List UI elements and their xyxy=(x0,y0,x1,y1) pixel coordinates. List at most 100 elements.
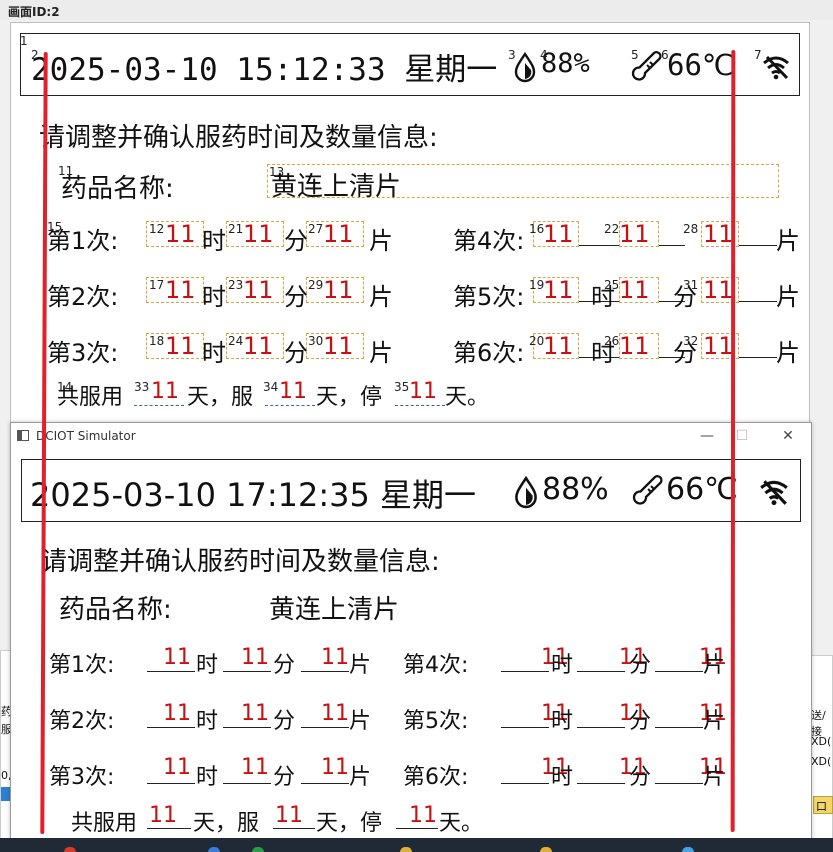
dose-label: 第6次: xyxy=(403,765,469,790)
unit-count: 片 xyxy=(703,653,726,678)
tag: 32 xyxy=(683,334,699,348)
sim-status-bar: 2025-03-10 17:12:35 星期一 88% 66℃ xyxy=(21,459,801,522)
dose-label: 第2次: xyxy=(49,709,115,734)
sim-course-take[interactable]: 11 xyxy=(275,803,303,828)
minute-value: 11 xyxy=(243,332,274,360)
unit-count: 片 xyxy=(703,709,726,734)
dose-label: 第5次: xyxy=(453,283,525,311)
tag: 4 xyxy=(540,48,548,62)
hour-value[interactable]: 11 xyxy=(163,701,191,726)
bg-button-label: 口 xyxy=(816,800,827,813)
underline xyxy=(577,727,625,728)
bg-label: XD( xyxy=(811,735,832,748)
status-bar: 2025-03-10 15:12:33 星期一 88% 66℃ xyxy=(20,33,800,96)
tag: 33 xyxy=(134,380,150,394)
minute-value: 11 xyxy=(619,220,650,248)
tag: 5 xyxy=(631,48,639,62)
course-mid2: 天，停 xyxy=(316,385,383,410)
designer-header: 画面ID:2 xyxy=(0,0,833,20)
app-icon[interactable] xyxy=(252,847,264,852)
minute-value[interactable]: 11 xyxy=(241,645,269,670)
temperature-value: 66℃ xyxy=(667,48,735,82)
hour-value: 11 xyxy=(543,220,574,248)
underline xyxy=(501,727,549,728)
app-icon xyxy=(17,430,29,441)
course-prefix: 共服用 xyxy=(57,385,124,410)
tag: 34 xyxy=(263,380,279,394)
unit-count: 片 xyxy=(349,765,372,790)
sim-temperature-value: 66℃ xyxy=(666,472,738,507)
underline xyxy=(739,245,777,246)
tag: 15 xyxy=(47,220,63,234)
browser-icon[interactable] xyxy=(64,847,76,852)
app-icon[interactable] xyxy=(682,847,694,852)
underline xyxy=(301,783,349,784)
sim-prompt-text: 请调整并确认服药时间及数量信息: xyxy=(41,547,440,577)
sim-course-mid2: 天，停 xyxy=(316,811,383,836)
course-total-field[interactable] xyxy=(134,405,184,406)
course-take-field[interactable] xyxy=(265,405,315,406)
minute-value[interactable]: 11 xyxy=(241,755,269,780)
thermometer-icon xyxy=(632,475,663,505)
bg-button[interactable]: 口 xyxy=(813,796,833,814)
unit-hour: 时 xyxy=(202,283,226,311)
unit-hour: 时 xyxy=(196,709,219,734)
unit-hour: 时 xyxy=(196,765,219,790)
minute-value[interactable]: 11 xyxy=(241,701,269,726)
course-stop: 11 xyxy=(409,379,437,404)
underline xyxy=(655,783,703,784)
unit-minute: 分 xyxy=(629,765,652,790)
course-total: 11 xyxy=(151,379,179,404)
hour-value: 11 xyxy=(165,220,196,248)
sim-course-total[interactable]: 11 xyxy=(149,803,177,828)
sim-course-stop[interactable]: 11 xyxy=(409,803,437,828)
sim-humidity-value: 88% xyxy=(542,472,609,507)
minute-value: 11 xyxy=(619,332,650,360)
dose-label: 第3次: xyxy=(47,339,119,367)
tag: 26 xyxy=(604,334,620,348)
underline xyxy=(501,783,549,784)
screen-id-label: 画面ID:2 xyxy=(8,5,60,19)
unit-hour: 时 xyxy=(196,653,219,678)
sim-drug-name[interactable]: 黄连上清片 xyxy=(269,589,399,626)
unit-count: 片 xyxy=(349,709,372,734)
wifi-off-icon xyxy=(763,55,789,80)
underline xyxy=(301,727,349,728)
dose-label: 第5次: xyxy=(403,709,469,734)
bg-label: XD( xyxy=(811,755,832,768)
app-icon[interactable] xyxy=(208,847,220,852)
hour-value[interactable]: 11 xyxy=(163,755,191,780)
dose-label: 第6次: xyxy=(453,339,525,367)
underline xyxy=(147,727,195,728)
count-value: 11 xyxy=(703,276,734,304)
dose-label: 第3次: xyxy=(49,765,115,790)
unit-count: 片 xyxy=(349,653,372,678)
tag: 21 xyxy=(228,222,244,236)
tag: 3 xyxy=(508,48,516,62)
tag: 6 xyxy=(661,48,669,62)
close-button[interactable]: ✕ xyxy=(775,425,801,447)
underline xyxy=(147,671,195,672)
course-stop-field[interactable] xyxy=(395,405,445,406)
unit-minute: 分 xyxy=(284,339,308,367)
count-value[interactable]: 11 xyxy=(321,645,349,670)
count-value[interactable]: 11 xyxy=(321,755,349,780)
underline xyxy=(147,828,191,829)
tag: 22 xyxy=(604,222,620,236)
minimize-button[interactable]: — xyxy=(694,425,720,447)
folder-icon[interactable] xyxy=(400,847,412,852)
count-value: 11 xyxy=(323,332,354,360)
hour-value[interactable]: 11 xyxy=(163,645,191,670)
unit-minute: 分 xyxy=(629,709,652,734)
underline xyxy=(223,783,271,784)
tag: 17 xyxy=(149,278,165,292)
tag: 18 xyxy=(149,334,165,348)
unit-hour: 时 xyxy=(202,227,226,255)
tag: 16 xyxy=(529,222,545,236)
hour-value: 11 xyxy=(165,332,196,360)
folder-icon[interactable] xyxy=(540,847,552,852)
count-value[interactable]: 11 xyxy=(321,701,349,726)
simulator-titlebar[interactable]: DCIOT Simulator — ☐ ✕ xyxy=(11,423,811,449)
unit-count: 片 xyxy=(369,227,393,255)
unit-minute: 分 xyxy=(273,765,296,790)
